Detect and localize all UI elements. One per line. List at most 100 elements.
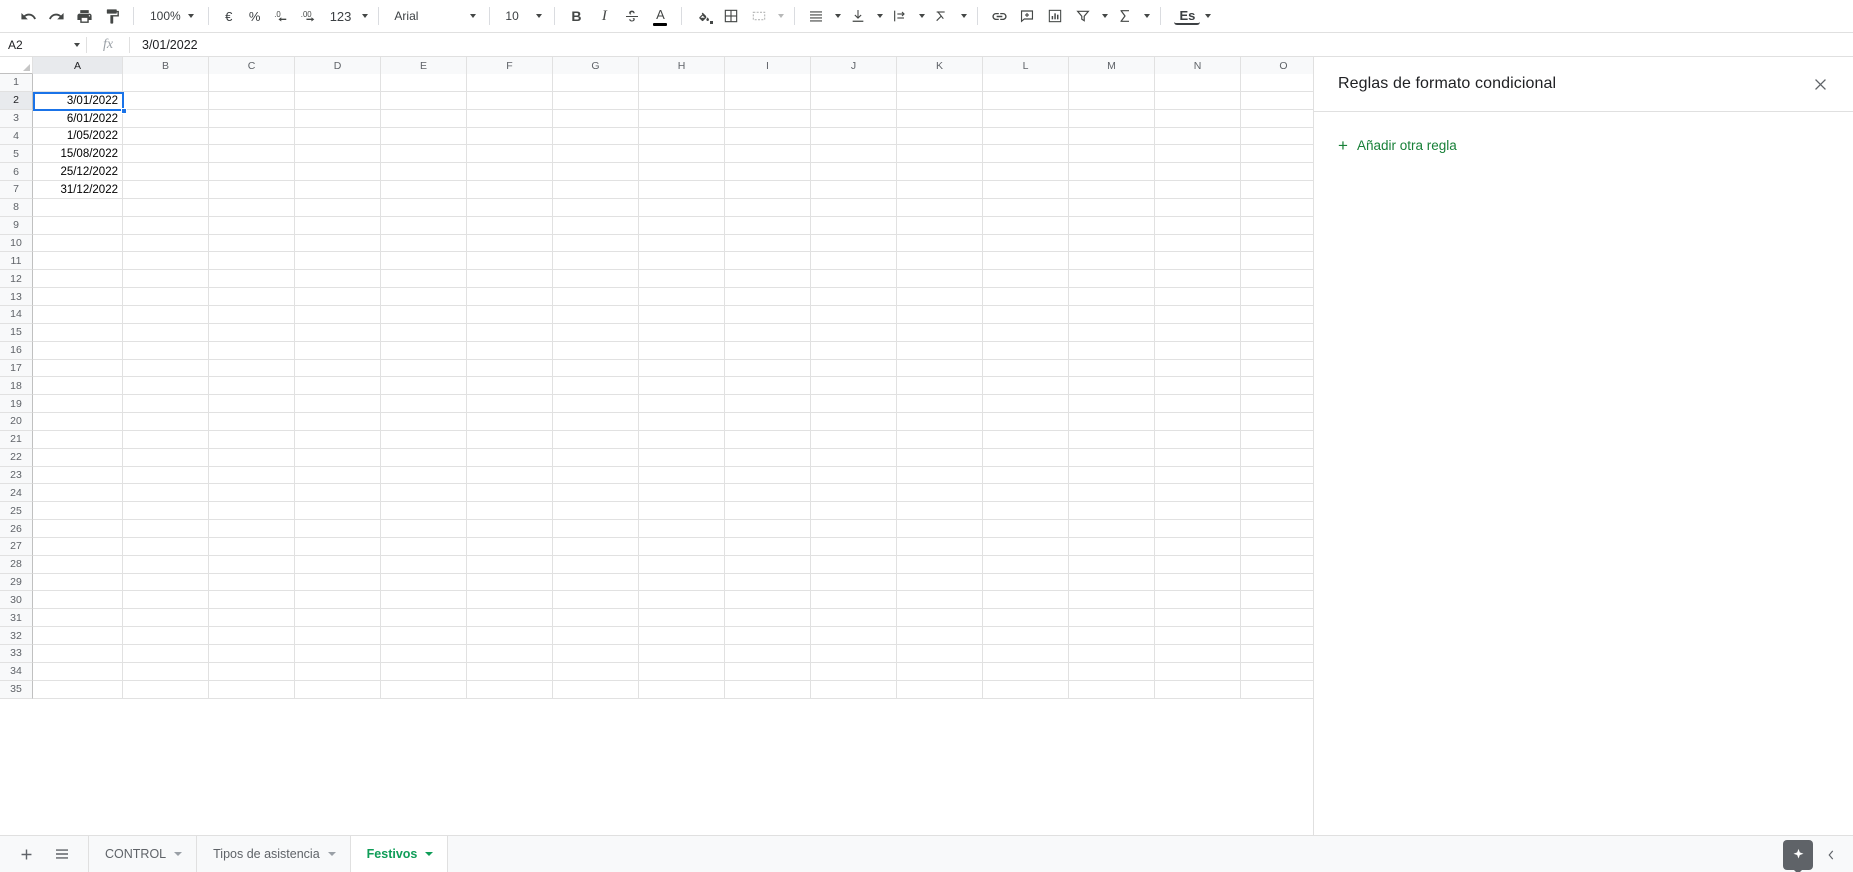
cell-M1[interactable]	[1069, 74, 1155, 92]
row-header-20[interactable]: 20	[0, 413, 33, 431]
cell-J11[interactable]	[811, 252, 897, 271]
cell-C32[interactable]	[209, 627, 295, 645]
cell-K11[interactable]	[897, 252, 983, 271]
cell-B12[interactable]	[123, 270, 209, 289]
cell-N19[interactable]	[1155, 395, 1241, 414]
cell-H6[interactable]	[639, 163, 725, 182]
column-header-m[interactable]: M	[1069, 57, 1155, 74]
cell-C16[interactable]	[209, 341, 295, 360]
cell-B2[interactable]	[123, 91, 209, 110]
close-icon[interactable]	[1805, 69, 1835, 99]
cell-F2[interactable]	[467, 91, 553, 110]
cell-A19[interactable]	[33, 395, 123, 414]
cell-A9[interactable]	[33, 216, 123, 235]
row-header-31[interactable]: 31	[0, 609, 33, 628]
cell-N3[interactable]	[1155, 109, 1241, 128]
cell-D3[interactable]	[295, 109, 381, 128]
cell-B9[interactable]	[123, 216, 209, 235]
cell-L17[interactable]	[983, 359, 1069, 378]
cell-L23[interactable]	[983, 466, 1069, 485]
chevron-down-icon[interactable]	[425, 852, 434, 856]
cell-J15[interactable]	[811, 323, 897, 342]
row-header-27[interactable]: 27	[0, 537, 33, 556]
cell-D2[interactable]	[295, 91, 381, 110]
cell-M27[interactable]	[1069, 537, 1155, 556]
cell-O22[interactable]	[1241, 449, 1313, 467]
cell-I3[interactable]	[725, 109, 811, 128]
cell-N30[interactable]	[1155, 591, 1241, 610]
cell-M15[interactable]	[1069, 323, 1155, 342]
cell-I13[interactable]	[725, 288, 811, 306]
row-header-30[interactable]: 30	[0, 591, 33, 610]
cell-L12[interactable]	[983, 270, 1069, 289]
cell-M29[interactable]	[1069, 573, 1155, 592]
cell-N34[interactable]	[1155, 662, 1241, 681]
cell-G6[interactable]	[553, 163, 639, 182]
cell-M11[interactable]	[1069, 252, 1155, 271]
cell-D1[interactable]	[295, 74, 381, 92]
cell-A16[interactable]	[33, 341, 123, 360]
cell-O17[interactable]	[1241, 360, 1313, 378]
cell-J27[interactable]	[811, 537, 897, 556]
cell-C35[interactable]	[209, 680, 295, 699]
row-header-26[interactable]: 26	[0, 520, 33, 538]
cell-G28[interactable]	[553, 555, 639, 574]
cell-H10[interactable]	[639, 234, 725, 253]
cell-O26[interactable]	[1241, 520, 1313, 538]
cell-F8[interactable]	[467, 198, 553, 217]
functions-control[interactable]	[1111, 3, 1153, 29]
cell-H14[interactable]	[639, 305, 725, 324]
cell-M3[interactable]	[1069, 109, 1155, 128]
cell-I35[interactable]	[725, 680, 811, 699]
column-header-h[interactable]: H	[639, 57, 725, 74]
text-rotation-control[interactable]	[928, 3, 970, 29]
cell-B25[interactable]	[123, 502, 209, 521]
cell-I5[interactable]	[725, 145, 811, 164]
row-header-35[interactable]: 35	[0, 680, 33, 699]
cell-I21[interactable]	[725, 430, 811, 449]
cell-K16[interactable]	[897, 341, 983, 360]
zoom-control[interactable]: 100%	[141, 3, 201, 29]
cell-J13[interactable]	[811, 288, 897, 306]
column-header-b[interactable]: B	[123, 57, 209, 74]
cell-D34[interactable]	[295, 662, 381, 681]
cell-K18[interactable]	[897, 377, 983, 396]
cell-O8[interactable]	[1241, 199, 1313, 217]
column-header-a[interactable]: A	[33, 57, 123, 74]
row-header-22[interactable]: 22	[0, 448, 33, 467]
italic-button[interactable]: I	[590, 3, 618, 29]
cell-N17[interactable]	[1155, 359, 1241, 378]
cell-E3[interactable]	[381, 109, 467, 128]
cell-E17[interactable]	[381, 359, 467, 378]
cell-E8[interactable]	[381, 198, 467, 217]
row-header-10[interactable]: 10	[0, 234, 33, 253]
cell-J21[interactable]	[811, 430, 897, 449]
expand-sidebar-icon[interactable]	[1817, 840, 1845, 870]
cell-E4[interactable]	[381, 127, 467, 146]
currency-format-button[interactable]: €	[216, 3, 242, 29]
cell-J7[interactable]	[811, 181, 897, 199]
cell-O18[interactable]	[1241, 377, 1313, 395]
cell-J17[interactable]	[811, 359, 897, 378]
cell-I33[interactable]	[725, 645, 811, 663]
cell-E33[interactable]	[381, 645, 467, 663]
cell-O10[interactable]	[1241, 235, 1313, 253]
cell-B17[interactable]	[123, 359, 209, 378]
cell-O19[interactable]	[1241, 395, 1313, 413]
chevron-down-icon[interactable]	[174, 852, 183, 856]
row-header-15[interactable]: 15	[0, 323, 33, 342]
cell-A2[interactable]: 3/01/2022	[33, 91, 123, 110]
cell-M26[interactable]	[1069, 520, 1155, 538]
cell-L28[interactable]	[983, 555, 1069, 574]
cell-G35[interactable]	[553, 680, 639, 699]
cell-O32[interactable]	[1241, 627, 1313, 645]
cell-L11[interactable]	[983, 252, 1069, 271]
cell-L14[interactable]	[983, 305, 1069, 324]
cell-O14[interactable]	[1241, 306, 1313, 324]
cell-A5[interactable]: 15/08/2022	[33, 145, 123, 164]
redo-icon[interactable]	[42, 3, 70, 29]
row-header-23[interactable]: 23	[0, 466, 33, 485]
cell-I8[interactable]	[725, 198, 811, 217]
column-header-l[interactable]: L	[983, 57, 1069, 74]
cell-G12[interactable]	[553, 270, 639, 289]
